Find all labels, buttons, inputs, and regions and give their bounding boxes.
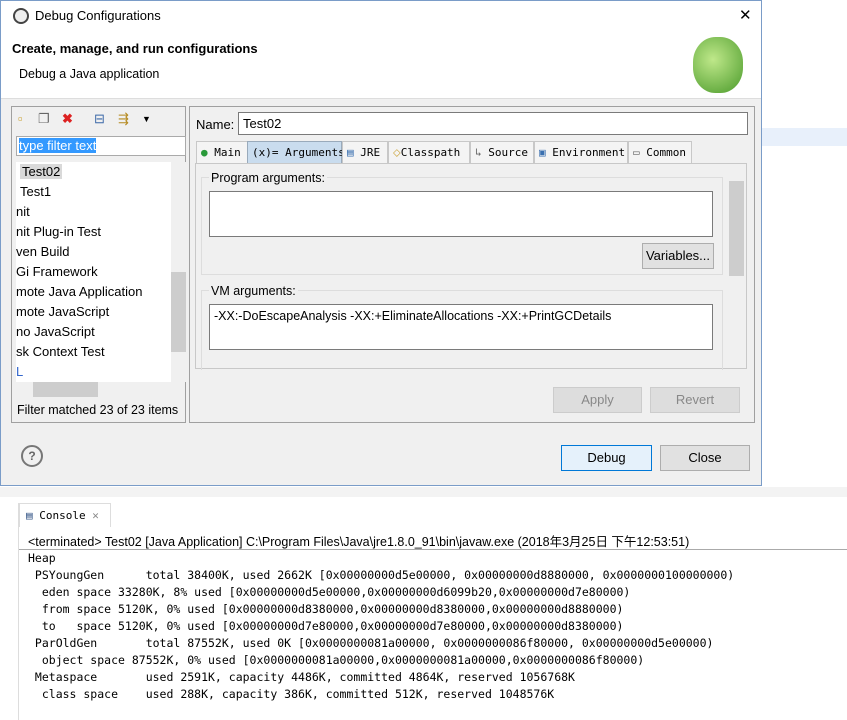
console-line: Heap xyxy=(28,551,56,565)
close-tab-icon[interactable]: ✕ xyxy=(92,509,99,522)
new-config-icon[interactable]: ▫ xyxy=(18,111,23,126)
title-bar: Debug Configurations ✕ xyxy=(1,1,761,31)
tab-label: Environment xyxy=(552,146,626,159)
name-label: Name: xyxy=(196,117,235,132)
list-item[interactable]: no JavaScript xyxy=(16,322,171,342)
console-line: eden space 33280K, 8% used [0x00000000d5… xyxy=(28,585,631,599)
name-input[interactable]: Test02 xyxy=(238,112,748,135)
console-line: ParOldGen total 87552K, used 0K [0x00000… xyxy=(28,636,714,650)
list-item[interactable]: mote Java Application xyxy=(16,282,171,302)
list-item[interactable]: ven Build xyxy=(16,242,171,262)
console-line: PSYoungGen total 38400K, used 2662K [0x0… xyxy=(28,568,735,582)
list-item-label: Test02 xyxy=(20,164,63,179)
common-icon: ▭ xyxy=(633,146,640,159)
horizontal-scrollbar[interactable] xyxy=(16,382,171,397)
header-subtitle: Debug a Java application xyxy=(19,67,160,81)
console-line: from space 5120K, 0% used [0x00000000d83… xyxy=(28,602,624,616)
console-icon: ▤ xyxy=(26,509,33,522)
vertical-scrollbar[interactable] xyxy=(171,162,186,382)
config-list: Test02 Test1 nit nit Plug-in Test ven Bu… xyxy=(16,162,171,382)
jre-icon: ▤ xyxy=(347,146,354,159)
config-tree-panel: ▫ ❐ ✖ ⊟ ⇶ ▼ type filter text Test02 Test… xyxy=(11,106,186,423)
debug-configurations-dialog: Debug Configurations ✕ Create, manage, a… xyxy=(0,0,762,486)
editor-separator xyxy=(0,487,847,497)
tab-scrollbar[interactable] xyxy=(729,167,744,365)
toolbar: ▫ ❐ ✖ ⊟ ⇶ ▼ xyxy=(16,111,181,131)
variables-button[interactable]: Variables... xyxy=(642,243,714,269)
list-item[interactable]: Test02 xyxy=(16,162,171,182)
close-icon[interactable]: ✕ xyxy=(739,6,752,24)
list-item[interactable]: Gi Framework xyxy=(16,262,171,282)
collapse-all-icon[interactable]: ⊟ xyxy=(94,111,105,127)
tab-classpath[interactable]: ⬦Classpath xyxy=(388,141,470,163)
duplicate-icon[interactable]: ❐ xyxy=(38,111,50,127)
debug-button[interactable]: Debug xyxy=(561,445,652,471)
console-line: class space used 288K, capacity 386K, co… xyxy=(28,687,555,701)
environment-icon: ▣ xyxy=(539,146,546,159)
tab-label: Common xyxy=(646,146,686,159)
tab-jre[interactable]: ▤ JRE xyxy=(342,141,388,163)
scroll-thumb[interactable] xyxy=(33,382,98,397)
tab-label: JRE xyxy=(360,146,381,159)
filter-icon[interactable]: ⇶ xyxy=(118,111,129,127)
console-line: object space 87552K, 0% used [0x00000000… xyxy=(28,653,645,667)
program-arguments-label: Program arguments: xyxy=(209,171,327,185)
dropdown-icon[interactable]: ▼ xyxy=(142,114,151,124)
filter-input[interactable]: type filter text xyxy=(16,136,186,156)
vm-arguments-label: VM arguments: xyxy=(209,284,298,298)
list-item[interactable]: L xyxy=(16,362,171,382)
bug-icon xyxy=(693,37,743,93)
revert-button[interactable]: Revert xyxy=(650,387,740,413)
tab-label: Classpath xyxy=(400,146,461,159)
console-line: Metaspace used 2591K, capacity 4486K, co… xyxy=(28,670,575,684)
apply-button[interactable]: Apply xyxy=(553,387,642,413)
help-icon[interactable]: ? xyxy=(21,445,43,467)
vm-arguments-input[interactable]: -XX:-DoEscapeAnalysis -XX:+EliminateAllo… xyxy=(209,304,713,350)
list-item[interactable]: nit Plug-in Test xyxy=(16,222,171,242)
scroll-thumb[interactable] xyxy=(729,181,744,276)
list-item[interactable]: nit xyxy=(16,202,171,222)
dialog-header: Create, manage, and run configurations D… xyxy=(1,31,761,99)
console-output[interactable]: Heap PSYoungGen total 38400K, used 2662K… xyxy=(28,550,734,703)
classpath-icon: ⬦ xyxy=(393,146,401,159)
tab-label: Source xyxy=(488,146,528,159)
tab-label: Console xyxy=(39,509,86,522)
console-view: ▤ Console ✕ <terminated> Test02 [Java Ap… xyxy=(18,503,847,720)
list-item[interactable]: mote JavaScript xyxy=(16,302,171,322)
tab-main[interactable]: ● Main xyxy=(196,141,248,163)
tab-common[interactable]: ▭ Common xyxy=(628,141,692,163)
header-title: Create, manage, and run configurations xyxy=(12,41,258,56)
tab-label: Arguments xyxy=(285,146,345,159)
tab-console[interactable]: ▤ Console ✕ xyxy=(19,503,111,527)
scroll-thumb[interactable] xyxy=(171,272,186,352)
filter-status: Filter matched 23 of 23 items xyxy=(17,403,179,417)
tab-arguments[interactable]: (x)= Arguments xyxy=(247,141,345,163)
editor-background xyxy=(762,128,847,146)
tab-environment[interactable]: ▣ Environment xyxy=(534,141,628,163)
source-icon: ↳ xyxy=(475,146,482,159)
filter-placeholder: type filter text xyxy=(19,138,97,153)
list-item[interactable]: Test1 xyxy=(16,182,171,202)
delete-icon[interactable]: ✖ xyxy=(62,111,73,127)
window-title: Debug Configurations xyxy=(35,8,161,23)
list-item[interactable]: sk Context Test xyxy=(16,342,171,362)
tab-source[interactable]: ↳ Source xyxy=(470,141,534,163)
program-arguments-input[interactable] xyxy=(209,191,713,237)
console-status: <terminated> Test02 [Java Application] C… xyxy=(28,535,690,549)
eclipse-icon xyxy=(13,8,29,24)
console-line: to space 5120K, 0% used [0x00000000d7e80… xyxy=(28,619,624,633)
main-icon: ● xyxy=(201,146,208,159)
tab-label: Main xyxy=(214,146,241,159)
arguments-icon: (x)= xyxy=(252,146,279,159)
close-button[interactable]: Close xyxy=(660,445,750,471)
